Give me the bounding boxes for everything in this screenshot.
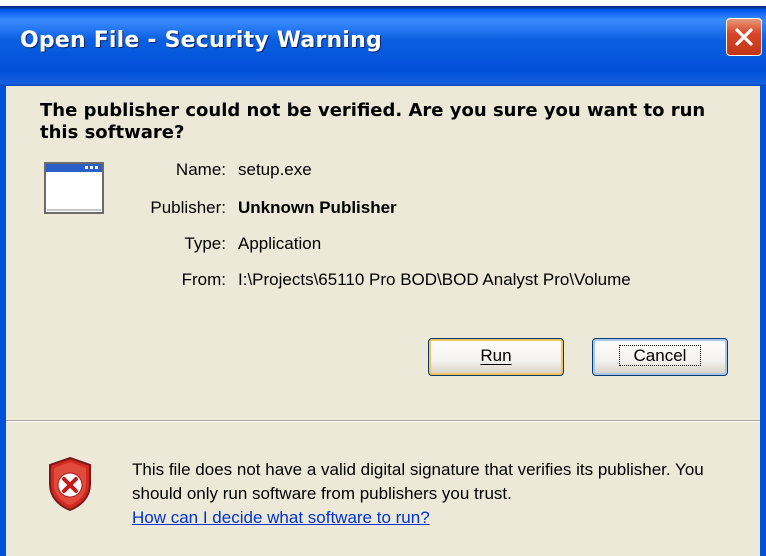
type-label: Type: xyxy=(184,234,226,253)
window-title: Open File - Security Warning xyxy=(20,28,382,53)
section-divider xyxy=(6,420,760,422)
run-button-label: Run xyxy=(480,346,512,365)
security-warning-dialog: Open File - Security Warning The publish… xyxy=(0,0,766,556)
name-value: setup.exe xyxy=(238,160,312,179)
warning-headline: The publisher could not be verified. Are… xyxy=(40,100,706,143)
help-link[interactable]: How can I decide what software to run? xyxy=(132,508,430,527)
dialog-body: The publisher could not be verified. Are… xyxy=(6,86,760,556)
close-button[interactable] xyxy=(726,18,762,56)
publisher-label: Publisher: xyxy=(150,198,226,217)
close-icon xyxy=(735,28,753,46)
from-label: From: xyxy=(181,270,226,289)
signature-warning: This file does not have a valid digital … xyxy=(132,458,742,530)
window-border-right xyxy=(760,86,766,556)
security-shield-x-icon xyxy=(49,456,91,512)
name-label: Name: xyxy=(175,160,226,179)
title-bar[interactable]: Open File - Security Warning xyxy=(0,0,766,86)
run-button[interactable]: Run xyxy=(428,338,564,376)
signature-warning-text: This file does not have a valid digital … xyxy=(132,460,704,503)
cancel-button[interactable]: Cancel xyxy=(592,338,728,376)
type-value: Application xyxy=(238,234,322,253)
publisher-value: Unknown Publisher xyxy=(238,198,397,217)
cancel-button-label: Cancel xyxy=(618,345,702,366)
from-value: I:\Projects\65110 Pro BOD\BOD Analyst Pr… xyxy=(238,270,631,289)
